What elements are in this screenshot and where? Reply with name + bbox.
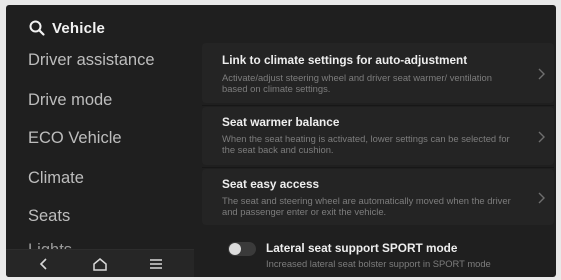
- sidebar-item-drive-mode[interactable]: Drive mode: [28, 91, 112, 110]
- setting-lateral-support-title: Lateral seat support SPORT mode: [266, 241, 458, 255]
- bottom-nav-bar: [6, 249, 194, 277]
- back-button[interactable]: [33, 253, 55, 275]
- setting-easy-access[interactable]: Seat easy access The seat and steering w…: [202, 169, 554, 225]
- page-title: Vehicle: [52, 19, 106, 37]
- settings-screen: Vehicle Driver assistance Drive mode ECO…: [6, 5, 556, 277]
- page-header[interactable]: Vehicle: [28, 17, 105, 39]
- setting-warmer-balance[interactable]: Seat warmer balance When the seat heatin…: [202, 107, 554, 165]
- setting-lateral-support[interactable]: Lateral seat support SPORT mode Increase…: [202, 236, 554, 277]
- setting-climate-link[interactable]: Link to climate settings for auto-adjust…: [202, 43, 554, 103]
- setting-easy-access-title: Seat easy access: [222, 177, 320, 191]
- setting-warmer-balance-title: Seat warmer balance: [222, 115, 340, 129]
- home-icon: [93, 257, 107, 271]
- sidebar: Driver assistance Drive mode ECO Vehicle…: [6, 45, 206, 277]
- setting-easy-access-desc: The seat and steering wheel are automati…: [222, 195, 511, 218]
- chevron-right-icon: [538, 192, 545, 204]
- back-icon: [39, 257, 47, 270]
- setting-climate-link-desc: Activate/adjust steering wheel and drive…: [222, 72, 492, 95]
- sidebar-item-climate[interactable]: Climate: [28, 169, 84, 188]
- home-button[interactable]: [89, 253, 111, 275]
- chevron-right-icon: [538, 131, 545, 143]
- sidebar-item-driver-assistance[interactable]: Driver assistance: [28, 51, 155, 70]
- search-icon[interactable]: [28, 19, 46, 37]
- divider: [202, 167, 554, 168]
- lateral-support-toggle[interactable]: [228, 242, 256, 256]
- settings-list: Link to climate settings for auto-adjust…: [202, 43, 556, 277]
- toggle-knob: [229, 243, 241, 255]
- setting-climate-link-title: Link to climate settings for auto-adjust…: [222, 53, 468, 67]
- menu-button[interactable]: [145, 253, 167, 275]
- chevron-right-icon: [538, 68, 545, 80]
- sidebar-item-seats[interactable]: Seats: [28, 207, 70, 226]
- setting-lateral-support-desc: Increased lateral seat bolster support i…: [266, 258, 491, 269]
- menu-icon: [150, 258, 162, 269]
- sidebar-item-eco-vehicle[interactable]: ECO Vehicle: [28, 129, 122, 148]
- setting-warmer-balance-desc: When the seat heating is activated, lowe…: [222, 133, 510, 156]
- divider: [202, 105, 554, 106]
